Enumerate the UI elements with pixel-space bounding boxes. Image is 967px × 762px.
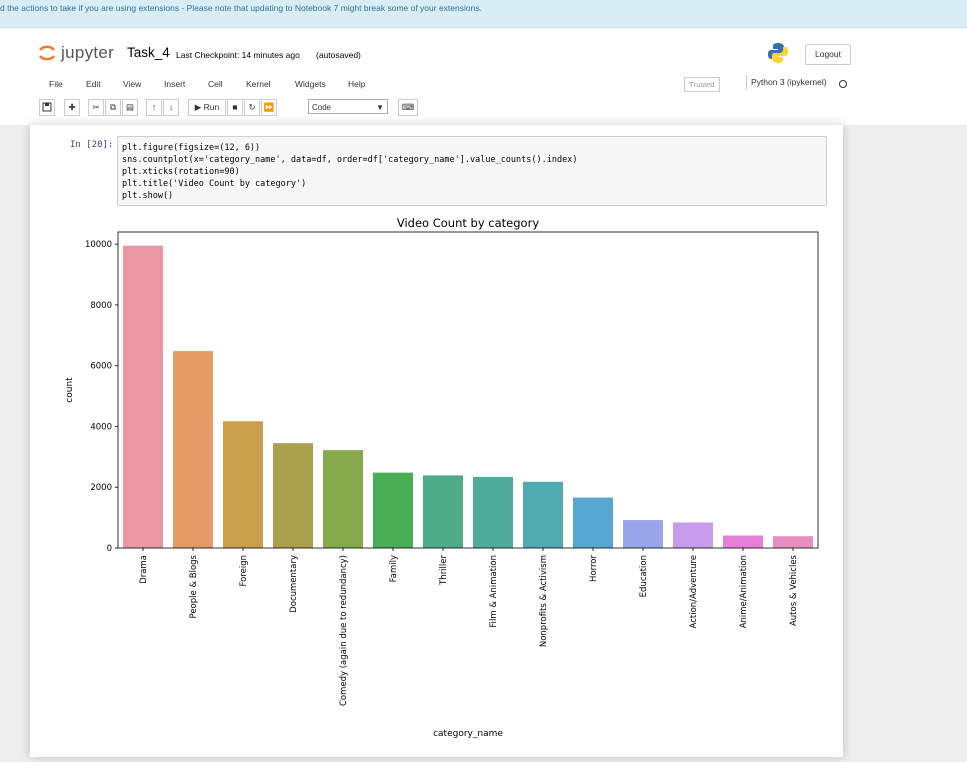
y-axis-label: count bbox=[65, 377, 75, 403]
bar-12 bbox=[723, 535, 763, 548]
cell-prompt: In [20]: bbox=[70, 140, 114, 150]
menu-widgets[interactable]: Widgets bbox=[295, 79, 326, 89]
chevron-down-icon: ▼ bbox=[376, 103, 384, 112]
menu-cell[interactable]: Cell bbox=[208, 79, 223, 89]
x-tick-label: Nonprofits & Activism bbox=[539, 555, 549, 647]
x-tick-label: Education bbox=[639, 555, 649, 597]
bar-0 bbox=[123, 245, 163, 548]
menu-file[interactable]: File bbox=[49, 79, 63, 89]
x-axis-label: category_name bbox=[433, 729, 503, 739]
move-down-button[interactable]: ↓ bbox=[163, 99, 179, 116]
cell-type-value: Code bbox=[312, 103, 332, 112]
menu-view[interactable]: View bbox=[123, 79, 141, 89]
y-tick-label: 0 bbox=[107, 544, 112, 554]
y-tick-label: 10000 bbox=[85, 240, 112, 250]
bar-9 bbox=[573, 497, 613, 548]
command-palette-button[interactable]: ⌨ bbox=[398, 99, 418, 116]
code-line: plt.title('Video Count by category') bbox=[122, 179, 307, 189]
jupyter-logo-icon bbox=[38, 45, 56, 61]
notebook-container: In [20]: plt.figure(figsize=(12, 6)) sns… bbox=[0, 125, 967, 757]
kernel-status-icon bbox=[839, 80, 847, 88]
autosave-status: (autosaved) bbox=[316, 50, 361, 60]
x-tick-label: Thriller bbox=[439, 555, 449, 586]
menu-edit[interactable]: Edit bbox=[86, 79, 101, 89]
bar-6 bbox=[423, 475, 463, 548]
x-tick-label: Action/Adventure bbox=[689, 555, 699, 628]
menubar: File Edit View Insert Cell Kernel Widget… bbox=[37, 75, 850, 95]
save-icon bbox=[42, 102, 52, 112]
bar-3 bbox=[273, 443, 313, 548]
python-logo-icon bbox=[768, 43, 788, 63]
save-button[interactable] bbox=[39, 99, 55, 116]
copy-button[interactable]: ⧉ bbox=[105, 99, 121, 116]
play-icon: ▶ bbox=[194, 102, 202, 112]
x-tick-label: Film & Animation bbox=[489, 555, 499, 628]
notebook-name[interactable]: Task_4 bbox=[127, 45, 170, 60]
arrow-up-icon: ↑ bbox=[151, 102, 157, 112]
x-tick-label: Documentary bbox=[289, 555, 299, 613]
bar-11 bbox=[673, 522, 713, 548]
interrupt-button[interactable]: ■ bbox=[227, 99, 243, 116]
x-tick-label: Anime/Animation bbox=[739, 555, 749, 628]
x-tick-label: People & Blogs bbox=[189, 554, 199, 618]
code-line: plt.show() bbox=[122, 191, 174, 201]
y-tick-label: 4000 bbox=[90, 422, 112, 432]
x-tick-label: Foreign bbox=[239, 555, 249, 586]
run-button[interactable]: ▶ Run bbox=[188, 99, 226, 116]
kernel-name[interactable]: Python 3 (ipykernel) bbox=[746, 75, 827, 90]
bar-10 bbox=[623, 520, 663, 548]
x-tick-label: Comedy (again due to redundancy) bbox=[339, 555, 349, 706]
keyboard-icon: ⌨ bbox=[401, 102, 415, 112]
menu-kernel[interactable]: Kernel bbox=[246, 79, 271, 89]
fast-forward-icon: ⏩ bbox=[263, 102, 275, 112]
code-cell-input[interactable]: plt.figure(figsize=(12, 6)) sns.countplo… bbox=[117, 136, 827, 206]
arrow-down-icon: ↓ bbox=[168, 102, 174, 112]
notebook-page: In [20]: plt.figure(figsize=(12, 6)) sns… bbox=[30, 125, 843, 757]
bar-5 bbox=[373, 472, 413, 548]
stop-icon: ■ bbox=[232, 102, 238, 112]
restart-button[interactable]: ↻ bbox=[244, 99, 260, 116]
restart-icon: ↻ bbox=[248, 102, 256, 112]
x-tick-label: Drama bbox=[139, 555, 149, 584]
bar-7 bbox=[473, 476, 513, 548]
trusted-indicator[interactable]: Trusted bbox=[684, 77, 720, 92]
paste-button[interactable]: ▤ bbox=[122, 99, 138, 116]
countplot-chart: Video Count by category 0 2000 4000 6000 8000… bbox=[65, 216, 819, 739]
bar-4 bbox=[323, 450, 363, 548]
code-line: plt.figure(figsize=(12, 6)) bbox=[122, 143, 261, 153]
jupyter-logo-text: jupyter bbox=[61, 43, 115, 62]
code-line: plt.xticks(rotation=90) bbox=[122, 167, 240, 177]
x-tick-label: Autos & Vehicles bbox=[789, 554, 799, 626]
chart-title: Video Count by category bbox=[397, 216, 539, 230]
checkpoint-status: Last Checkpoint: 14 minutes ago bbox=[176, 50, 300, 60]
move-up-button[interactable]: ↑ bbox=[146, 99, 162, 116]
extension-notice-banner: d the actions to take if you are using e… bbox=[0, 0, 967, 28]
run-label: Run bbox=[203, 102, 220, 112]
bar-13 bbox=[773, 536, 813, 548]
bar-2 bbox=[223, 421, 263, 548]
code-line: sns.countplot(x='category_name', data=df… bbox=[122, 155, 578, 165]
y-tick-label: 2000 bbox=[90, 483, 112, 493]
cell-type-select[interactable]: Code ▼ bbox=[308, 99, 388, 114]
paste-icon: ▤ bbox=[125, 102, 135, 112]
bar-1 bbox=[173, 351, 213, 548]
x-tick-label: Horror bbox=[589, 555, 599, 582]
restart-run-all-button[interactable]: ⏩ bbox=[261, 99, 277, 116]
logout-button[interactable]: Logout bbox=[805, 44, 851, 65]
cell-output: Video Count by category 0 2000 4000 6000 8000… bbox=[30, 210, 843, 757]
copy-icon: ⧉ bbox=[109, 102, 117, 112]
plus-icon: ✚ bbox=[68, 102, 76, 112]
notice-text: d the actions to take if you are using e… bbox=[0, 3, 482, 13]
menu-help[interactable]: Help bbox=[348, 79, 365, 89]
y-tick-label: 8000 bbox=[90, 301, 112, 311]
notebook-header: jupyter Task_4 Last Checkpoint: 14 minut… bbox=[0, 28, 967, 125]
bar-8 bbox=[523, 481, 563, 548]
menu-insert[interactable]: Insert bbox=[164, 79, 185, 89]
insert-cell-button[interactable]: ✚ bbox=[64, 99, 80, 116]
x-tick-label: Family bbox=[389, 555, 399, 582]
scissors-icon: ✂ bbox=[92, 102, 100, 112]
cut-button[interactable]: ✂ bbox=[88, 99, 104, 116]
y-tick-label: 6000 bbox=[90, 362, 112, 372]
